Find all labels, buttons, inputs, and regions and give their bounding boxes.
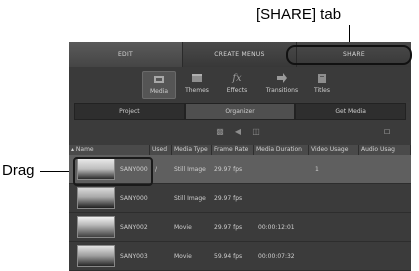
titles-tool-button[interactable]: Titles <box>305 71 339 99</box>
media-tool-label: Media <box>149 88 169 95</box>
column-headers: ▴ Name Used Media Type Frame Rate Media … <box>69 145 411 155</box>
col-name[interactable]: ▴ Name <box>69 145 150 155</box>
row-name: SANY000 <box>120 195 148 202</box>
row-media-type: Still Image <box>174 195 206 202</box>
col-audio-usage[interactable]: Audio Usag <box>359 145 411 155</box>
film-icon <box>153 72 165 86</box>
row-duration: 00:00:07:32 <box>258 253 295 260</box>
effects-tool-label: Effects <box>226 87 248 94</box>
col-media-type[interactable]: Media Type <box>172 145 212 155</box>
row-name: SANY002 <box>120 224 148 231</box>
themes-icon <box>191 71 203 85</box>
transitions-tool-label: Transitions <box>265 87 299 94</box>
toolbar: Media Themes fx Effects Transitions Titl… <box>69 67 411 102</box>
drag-source-highlight <box>73 157 153 186</box>
image-filter-icon[interactable]: ◫ <box>251 127 261 136</box>
row-media-type: Movie <box>174 253 192 260</box>
col-frame-rate[interactable]: Frame Rate <box>212 145 254 155</box>
drag-callout: Drag <box>2 162 35 179</box>
effects-tool-button[interactable]: fx Effects <box>220 71 254 99</box>
tab-get-media[interactable]: Get Media <box>295 103 407 120</box>
tab-edit[interactable]: EDIT <box>69 42 183 67</box>
tab-project[interactable]: Project <box>74 103 185 120</box>
col-media-duration[interactable]: Media Duration <box>254 145 309 155</box>
row-used: / <box>155 166 158 173</box>
media-tool-button[interactable]: Media <box>142 71 176 99</box>
titles-tool-label: Titles <box>314 87 330 94</box>
titles-icon <box>316 71 328 85</box>
table-row[interactable]: SANY002 Movie 29.97 fps 00:00:12:01 <box>69 213 411 242</box>
transitions-tool-button[interactable]: Transitions <box>262 71 302 99</box>
themes-tool-button[interactable]: Themes <box>180 71 214 99</box>
row-media-type: Still Image <box>174 166 206 173</box>
row-media-type: Movie <box>174 224 192 231</box>
col-video-usage[interactable]: Video Usage <box>309 145 359 155</box>
tab-create-menus[interactable]: CREATE MENUS <box>183 42 297 67</box>
audio-filter-icon[interactable]: ◀ <box>233 127 243 136</box>
fx-icon: fx <box>232 72 242 84</box>
row-name: SANY003 <box>120 253 148 260</box>
tab-organizer[interactable]: Organizer <box>184 103 296 120</box>
row-frame-rate: 29.97 fps <box>214 195 243 202</box>
table-row[interactable]: SANY003 Movie 59.94 fps 00:00:07:32 <box>69 242 411 271</box>
row-frame-rate: 29.97 fps <box>214 166 243 173</box>
transition-arrow-icon <box>276 71 288 85</box>
row-video-usage: 1 <box>315 166 319 173</box>
media-filter-icons: ▩ ◀ ◫ □ <box>69 124 411 140</box>
col-name-label: Name <box>75 146 94 153</box>
video-filter-icon[interactable]: ▩ <box>215 127 225 136</box>
subtabs: Project Organizer Get Media <box>74 103 407 120</box>
table-row[interactable]: SANY000 Still Image 29.97 fps <box>69 184 411 213</box>
media-thumbnail[interactable] <box>77 187 115 209</box>
media-thumbnail[interactable] <box>77 245 115 267</box>
share-tab-highlight <box>286 45 412 65</box>
row-frame-rate: 29.97 fps <box>214 224 243 231</box>
col-used[interactable]: Used <box>150 145 172 155</box>
new-item-icon[interactable]: □ <box>382 127 392 136</box>
row-duration: 00:00:12:01 <box>258 224 295 231</box>
themes-tool-label: Themes <box>185 87 209 94</box>
media-thumbnail[interactable] <box>77 216 115 238</box>
row-frame-rate: 59.94 fps <box>214 253 243 260</box>
share-tab-callout: [SHARE] tab <box>256 6 342 23</box>
